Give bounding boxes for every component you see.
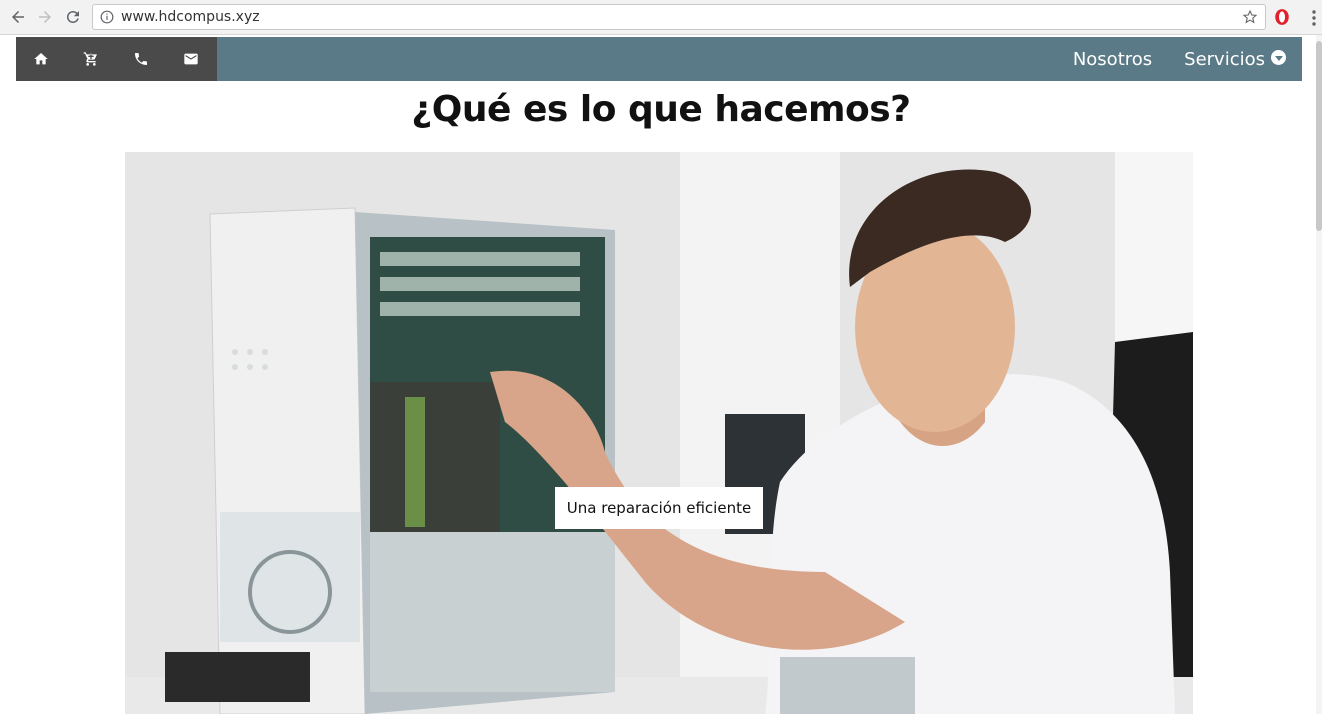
- scrollbar-thumb[interactable]: [1316, 41, 1322, 231]
- menu-item-nosotros[interactable]: Nosotros: [1073, 49, 1152, 70]
- opera-icon[interactable]: [1273, 7, 1291, 27]
- page-title: ¿Qué es lo que hacemos?: [411, 89, 911, 130]
- info-icon[interactable]: [100, 10, 114, 24]
- address-bar[interactable]: www.hdcompus.xyz: [92, 4, 1266, 30]
- phone-icon[interactable]: [116, 37, 166, 81]
- forward-icon[interactable]: [34, 6, 56, 28]
- url-text: www.hdcompus.xyz: [121, 9, 260, 25]
- main-menu: Nosotros Servicios: [1073, 37, 1286, 81]
- mail-icon[interactable]: [166, 37, 216, 81]
- technician-photo: [125, 152, 1193, 714]
- cart-icon[interactable]: [66, 37, 116, 81]
- home-icon[interactable]: [16, 37, 66, 81]
- star-icon[interactable]: [1242, 9, 1258, 25]
- site-navbar: Nosotros Servicios: [16, 37, 1302, 81]
- hero-image: [125, 152, 1193, 714]
- menu-item-label: Servicios: [1184, 48, 1265, 70]
- cta-button[interactable]: Una reparación eficiente: [555, 487, 763, 529]
- page: Nosotros Servicios ¿Qué es lo que hacemo…: [0, 35, 1322, 714]
- reload-icon[interactable]: [62, 6, 84, 28]
- menu-icon[interactable]: [1308, 8, 1320, 28]
- browser-toolbar: www.hdcompus.xyz: [0, 0, 1322, 35]
- menu-item-servicios[interactable]: Servicios: [1184, 49, 1286, 70]
- menu-item-label: Nosotros: [1072, 48, 1153, 70]
- chevron-down-icon: [1271, 49, 1286, 65]
- icon-nav: [16, 37, 217, 81]
- scrollbar[interactable]: [1316, 35, 1322, 714]
- back-icon[interactable]: [7, 6, 29, 28]
